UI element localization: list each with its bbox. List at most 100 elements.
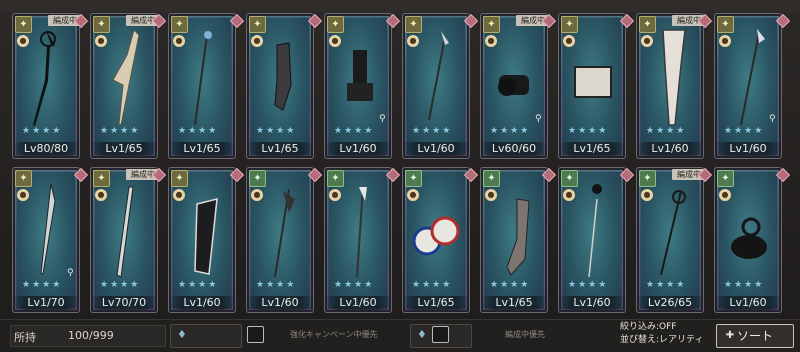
weapon-level: Lv1/60 [558, 296, 626, 310]
rarity-stars: ★★★★ [22, 126, 63, 136]
rarity-stars: ★★★★ [256, 280, 297, 290]
weapon-image [411, 179, 461, 284]
weapon-level: Lv1/60 [168, 296, 236, 310]
key-icon: ⚲ [67, 268, 74, 278]
rarity-stars: ★★★★ [334, 280, 375, 290]
weapon-image [645, 25, 695, 130]
weapon-level: Lv60/60 [480, 142, 548, 156]
rarity-stars: ★★★★ [100, 126, 141, 136]
sort-button[interactable]: ✚ ソート [716, 324, 794, 348]
sort-button-label: ソート [736, 329, 773, 343]
campaign-priority-label: 強化キャンペーン中優先 [290, 330, 378, 339]
weapon-image [99, 179, 149, 284]
rarity-stars: ★★★★ [646, 126, 687, 136]
weapon-image [411, 25, 461, 130]
weapon-card[interactable]: ✦ ● 編成中 ★★★★ ⚲ Lv60/60 [480, 13, 548, 159]
weapon-image [177, 25, 227, 130]
rarity-stars: ★★★★ [490, 126, 531, 136]
inventory-window: ✦ ● 編成中 ★★★★ Lv80/80 ✦ ● 編成中 ★★★★ Lv1/65 ✦ ● ★★★★ Lv1… [0, 0, 800, 352]
weapon-card[interactable]: ✦ ● ★★★★ Lv1/60 [168, 167, 236, 313]
key-icon: ⚲ [769, 114, 776, 124]
rarity-stars: ★★★★ [412, 280, 453, 290]
weapon-level: Lv1/65 [402, 296, 470, 310]
weapon-card[interactable]: ✦ ● 編成中 ★★★★ Lv1/65 [90, 13, 158, 159]
in-formation-priority-checkbox[interactable] [432, 326, 449, 343]
rarity-stars: ★★★★ [490, 280, 531, 290]
rarity-stars: ★★★★ [100, 280, 141, 290]
weapon-card[interactable]: ✦ ● ★★★★ Lv1/60 [558, 167, 626, 313]
weapon-card[interactable]: ✦ ● 編成中 ★★★★ Lv26/65 [636, 167, 704, 313]
rarity-stars: ★★★★ [256, 126, 297, 136]
filter-text: 絞り込み:OFF [620, 322, 677, 332]
rarity-stars: ★★★★ [568, 280, 609, 290]
weapon-level: Lv80/80 [12, 142, 80, 156]
weapon-image [489, 179, 539, 284]
weapon-level: Lv1/65 [558, 142, 626, 156]
weapon-image [21, 25, 71, 130]
campaign-priority-checkbox[interactable] [247, 326, 264, 343]
weapon-level: Lv1/60 [714, 142, 782, 156]
rarity-stars: ★★★★ [646, 280, 687, 290]
weapon-level: Lv1/65 [168, 142, 236, 156]
weapon-image [255, 25, 305, 130]
weapon-image [723, 179, 773, 284]
key-icon: ⚲ [379, 114, 386, 124]
weapon-card[interactable]: ✦ ● ★★★★ Lv1/65 [558, 13, 626, 159]
weapon-image [333, 179, 383, 284]
weapon-card[interactable]: ✦ ● ★★★★ Lv1/65 [480, 167, 548, 313]
rarity-stars: ★★★★ [412, 126, 453, 136]
weapon-level: Lv1/65 [480, 296, 548, 310]
weapon-card[interactable]: ✦ ● ★★★★ ⚲ Lv1/70 [12, 167, 80, 313]
weapon-card[interactable]: ✦ ● ★★★★ Lv1/65 [168, 13, 236, 159]
sort-order-text: 並び替え:レアリティ [620, 335, 704, 345]
weapon-level: Lv70/70 [90, 296, 158, 310]
weapon-level: Lv1/60 [636, 142, 704, 156]
weapon-level: Lv26/65 [636, 296, 704, 310]
held-label: 所持 [14, 331, 36, 344]
sort-icon: ✚ [725, 330, 735, 341]
weapon-card[interactable]: ✦ ● ★★★★ Lv1/60 [714, 167, 782, 313]
weapon-image [99, 25, 149, 130]
weapon-level: Lv1/65 [246, 142, 314, 156]
weapon-level: Lv1/65 [90, 142, 158, 156]
weapon-card[interactable]: ✦ ● ★★★★ Lv1/60 [324, 167, 392, 313]
key-icon: ⚲ [535, 114, 542, 124]
weapon-card[interactable]: ✦ ● ★★★★ ⚲ Lv1/60 [714, 13, 782, 159]
drop-icon: ♦ [417, 328, 427, 341]
rarity-stars: ★★★★ [724, 126, 765, 136]
weapon-card[interactable]: ✦ ● ★★★★ Lv1/60 [402, 13, 470, 159]
weapon-card[interactable]: ✦ ● 編成中 ★★★★ Lv1/60 [636, 13, 704, 159]
weapon-level: Lv1/60 [324, 296, 392, 310]
weapon-image [645, 179, 695, 284]
rarity-stars: ★★★★ [178, 280, 219, 290]
weapon-image [177, 179, 227, 284]
weapon-level: Lv1/60 [714, 296, 782, 310]
weapon-level: Lv1/70 [12, 296, 80, 310]
rarity-stars: ★★★★ [568, 126, 609, 136]
weapon-image [21, 179, 71, 284]
weapon-card[interactable]: ✦ ● ★★★★ Lv1/65 [402, 167, 470, 313]
weapon-image [489, 25, 539, 130]
weapon-card[interactable]: ✦ ● ★★★★ ⚲ Lv1/60 [324, 13, 392, 159]
weapon-card[interactable]: ✦ ● ★★★★ Lv1/65 [246, 13, 314, 159]
weapon-image [567, 25, 617, 130]
weapon-level: Lv1/60 [324, 142, 392, 156]
held-count: 100/999 [68, 329, 114, 342]
rarity-stars: ★★★★ [22, 280, 63, 290]
weapon-card[interactable]: ✦ ● 編成中 ★★★★ Lv80/80 [12, 13, 80, 159]
bottom-bar: 所持 100/999 ♦ 強化キャンペーン中優先 ♦ 編成中優先 絞り込み:OF… [0, 319, 800, 352]
in-formation-priority-label: 編成中優先 [505, 330, 545, 339]
drop-icon: ♦ [177, 328, 187, 341]
weapon-level: Lv1/60 [402, 142, 470, 156]
weapon-card[interactable]: ✦ ● 編成中 ★★★★ Lv70/70 [90, 167, 158, 313]
rarity-stars: ★★★★ [178, 126, 219, 136]
weapon-image [255, 179, 305, 284]
rarity-stars: ★★★★ [724, 280, 765, 290]
weapon-card[interactable]: ✦ ● ★★★★ Lv1/60 [246, 167, 314, 313]
weapon-image [567, 179, 617, 284]
filter-status[interactable]: 絞り込み:OFF 並び替え:レアリティ [620, 321, 704, 347]
scroll-left-button[interactable]: ♦ [170, 324, 242, 348]
weapon-image [333, 25, 383, 130]
weapon-image [723, 25, 773, 130]
weapon-level: Lv1/60 [246, 296, 314, 310]
